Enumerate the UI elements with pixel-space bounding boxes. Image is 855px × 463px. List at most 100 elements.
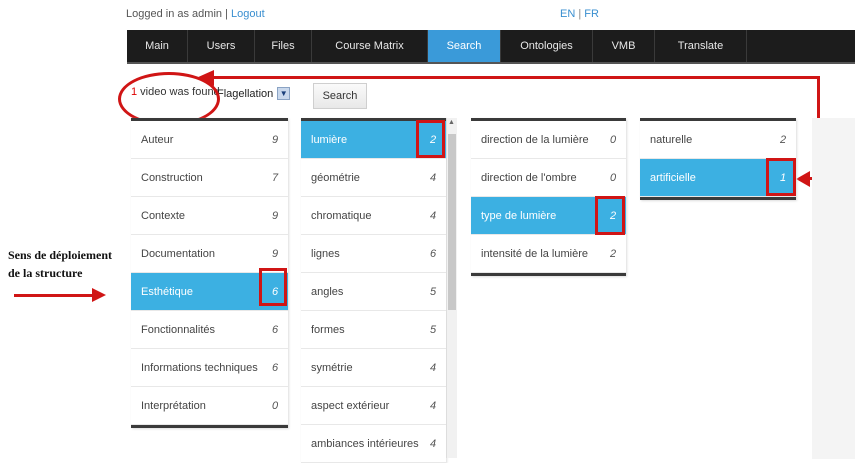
facet-count: 4 (429, 209, 437, 222)
facet-label: Contexte (141, 209, 186, 222)
facet-item-chromatique[interactable]: chromatique 4 (301, 197, 446, 235)
facet-item-geometrie[interactable]: géométrie 4 (301, 159, 446, 197)
lang-fr-link[interactable]: FR (584, 8, 599, 20)
annotation-arrow-line (14, 294, 94, 297)
column-divider (131, 425, 288, 428)
facet-count: 5 (429, 323, 437, 336)
login-status: Logged in as admin | Logout (126, 8, 265, 20)
facet-count: 9 (271, 133, 279, 146)
annotation-label: Sens de déploiement de la structure (8, 246, 112, 282)
arrow-right-icon (92, 288, 106, 302)
annotation-arrow-head-icon (196, 70, 214, 86)
facet-count: 6 (271, 361, 279, 374)
facet-count: 4 (429, 361, 437, 374)
facet-item-intensite-lumiere[interactable]: intensité de la lumière 2 (471, 235, 626, 273)
facet-count: 0 (609, 171, 617, 184)
facet-label: Auteur (141, 133, 174, 146)
highlight-box (595, 196, 625, 235)
facet-label: formes (311, 323, 345, 336)
facet-count: 6 (429, 247, 437, 260)
scroll-up-icon[interactable]: ▲ (448, 119, 455, 126)
facet-item-formes[interactable]: formes 5 (301, 311, 446, 349)
login-status-text: Logged in as admin | (126, 8, 231, 20)
facet-label: géométrie (311, 171, 360, 184)
facet-item-symetrie[interactable]: symétrie 4 (301, 349, 446, 387)
facet-item-ambiances-interieures[interactable]: ambiances intérieures 4 (301, 425, 446, 463)
tab-files[interactable]: Files (255, 30, 312, 62)
facet-label: direction de l'ombre (481, 171, 577, 184)
facet-count: 4 (429, 171, 437, 184)
facet-label: aspect extérieur (311, 399, 390, 412)
tab-course-matrix[interactable]: Course Matrix (312, 30, 428, 62)
facet-label: type de lumière (481, 209, 557, 222)
facet-count: 4 (429, 399, 437, 412)
facet-label: intensité de la lumière (481, 247, 589, 260)
facet-item-lignes[interactable]: lignes 6 (301, 235, 446, 273)
tab-main[interactable]: Main (127, 30, 188, 62)
facet-label: Informations techniques (141, 361, 258, 374)
logout-link[interactable]: Logout (231, 8, 265, 20)
facet-item-aspect-exterieur[interactable]: aspect extérieur 4 (301, 387, 446, 425)
tab-vmb[interactable]: VMB (593, 30, 655, 62)
annotation-arrow-line (214, 76, 820, 79)
facet-label: Documentation (141, 247, 215, 260)
language-switcher: EN | FR (560, 8, 599, 20)
highlight-box (416, 120, 445, 158)
facet-item-direction-ombre[interactable]: direction de l'ombre 0 (471, 159, 626, 197)
facet-count: 0 (609, 133, 617, 146)
facet-item-contexte[interactable]: Contexte 9 (131, 197, 288, 235)
facet-item-informations-techniques[interactable]: Informations techniques 6 (131, 349, 288, 387)
facet-count: 2 (779, 133, 787, 146)
facet-label: Interprétation (141, 399, 206, 412)
lang-separator: | (575, 8, 585, 20)
facet-item-auteur[interactable]: Auteur 9 (131, 121, 288, 159)
column-divider (640, 197, 796, 200)
scrollbar-thumb[interactable] (448, 134, 456, 310)
facet-label: symétrie (311, 361, 353, 374)
lang-en-link[interactable]: EN (560, 8, 575, 20)
facet-count: 9 (271, 209, 279, 222)
facet-item-direction-lumiere[interactable]: direction de la lumière 0 (471, 121, 626, 159)
highlight-box (766, 158, 796, 196)
annotation-line-1: Sens de déploiement (8, 248, 113, 262)
facet-item-fonctionnalites[interactable]: Fonctionnalités 6 (131, 311, 288, 349)
facet-label: lumière (311, 133, 348, 146)
facet-count: 6 (271, 323, 279, 336)
highlight-box (259, 268, 287, 306)
facet-count: 2 (609, 247, 617, 260)
video-select-value: Flagellation (217, 87, 274, 100)
column-scrollbar[interactable]: ▲ (446, 118, 457, 458)
facet-column-2: lumière 2 géométrie 4 chromatique 4 lignes 6… (301, 118, 446, 463)
facet-label: Esthétique (141, 285, 193, 298)
search-button[interactable]: Search (313, 83, 367, 109)
right-panel (812, 118, 855, 459)
facet-label: angles (311, 285, 344, 298)
annotation-arrow-head-icon (796, 171, 810, 187)
facet-count: 5 (429, 285, 437, 298)
facet-item-angles[interactable]: angles 5 (301, 273, 446, 311)
facet-item-interpretation[interactable]: Interprétation 0 (131, 387, 288, 425)
annotation-line-2: de la structure (8, 266, 83, 280)
column-divider (471, 273, 626, 276)
tab-users[interactable]: Users (188, 30, 255, 62)
facet-label: Construction (141, 171, 203, 184)
facet-label: ambiances intérieures (311, 437, 419, 450)
facet-label: artificielle (650, 171, 696, 184)
facet-label: naturelle (650, 133, 693, 146)
facet-label: chromatique (311, 209, 372, 222)
tab-search[interactable]: Search (428, 30, 501, 62)
video-select[interactable]: Flagellation ▼ (217, 87, 291, 100)
facet-label: lignes (311, 247, 340, 260)
facet-label: Fonctionnalités (141, 323, 215, 336)
chevron-down-icon[interactable]: ▼ (277, 87, 291, 100)
facet-count: 7 (271, 171, 279, 184)
facet-count: 0 (271, 399, 279, 412)
facet-count: 4 (429, 437, 437, 450)
facet-item-naturelle[interactable]: naturelle 2 (640, 121, 796, 159)
facet-item-construction[interactable]: Construction 7 (131, 159, 288, 197)
facet-count: 9 (271, 247, 279, 260)
tab-translate[interactable]: Translate (655, 30, 747, 62)
tab-ontologies[interactable]: Ontologies (501, 30, 593, 62)
main-nav: Main Users Files Course Matrix Search On… (127, 30, 855, 64)
facet-label: direction de la lumière (481, 133, 589, 146)
